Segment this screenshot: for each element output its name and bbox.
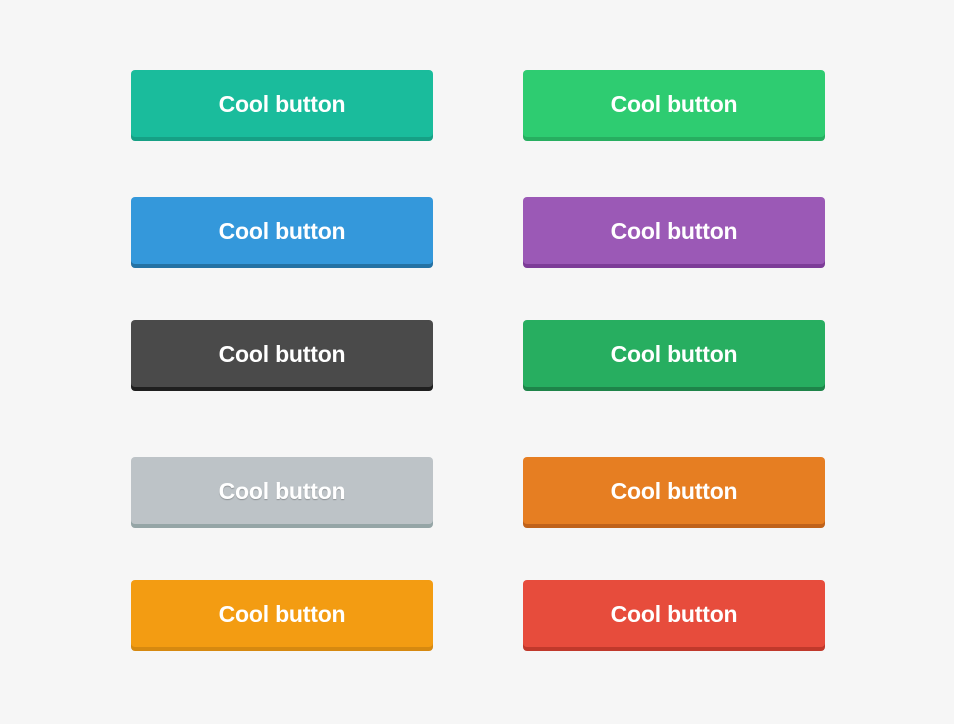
button-label: Cool button bbox=[610, 601, 738, 627]
button-label: Cool button bbox=[218, 218, 346, 244]
button-label: Cool button bbox=[218, 341, 346, 367]
dark-button[interactable]: Cool button bbox=[131, 320, 433, 387]
button-label: Cool button bbox=[610, 478, 738, 504]
button-label: Cool button bbox=[610, 341, 738, 367]
button-label: Cool button bbox=[218, 478, 346, 504]
button-label: Cool button bbox=[218, 601, 346, 627]
blue-button[interactable]: Cool button bbox=[131, 197, 433, 264]
button-label: Cool button bbox=[218, 91, 346, 117]
gray-button[interactable]: Cool button bbox=[131, 457, 433, 524]
button-label: Cool button bbox=[610, 91, 738, 117]
red-button[interactable]: Cool button bbox=[523, 580, 825, 647]
purple-button[interactable]: Cool button bbox=[523, 197, 825, 264]
orange-button[interactable]: Cool button bbox=[131, 580, 433, 647]
emerald-button[interactable]: Cool button bbox=[523, 70, 825, 137]
green-button[interactable]: Cool button bbox=[523, 320, 825, 387]
turquoise-button[interactable]: Cool button bbox=[131, 70, 433, 137]
carrot-button[interactable]: Cool button bbox=[523, 457, 825, 524]
button-label: Cool button bbox=[610, 218, 738, 244]
